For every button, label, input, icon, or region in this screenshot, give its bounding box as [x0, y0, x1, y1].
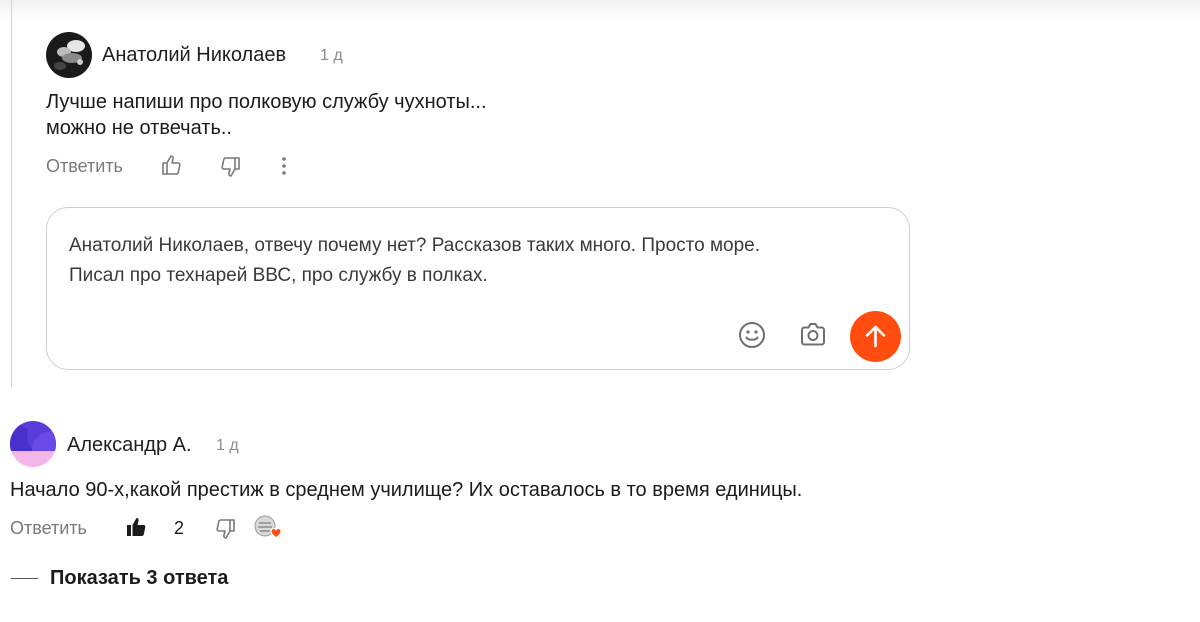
send-button[interactable]	[850, 311, 901, 362]
comment-text-line1: Лучше напиши про полковую службу чухноты…	[46, 91, 487, 113]
comment-time: 1 д	[320, 47, 343, 64]
reply-input-box[interactable]: Анатолий Николаев, отвечу почему нет? Ра…	[46, 207, 910, 370]
like-count: 2	[174, 518, 185, 538]
comment-text-line2: можно не отвечать..	[46, 117, 232, 139]
like-filled-icon[interactable]	[125, 515, 149, 539]
camera-icon[interactable]	[798, 320, 828, 350]
avatar-alexander[interactable]	[10, 421, 56, 467]
dislike-icon[interactable]	[218, 155, 242, 179]
reply-button[interactable]: Ответить	[10, 518, 87, 539]
dislike-icon[interactable]	[213, 517, 237, 541]
previous-comment-edge	[0, 0, 1200, 22]
send-arrow-icon	[865, 325, 886, 348]
like-icon[interactable]	[160, 153, 184, 177]
show-replies-divider	[11, 578, 38, 579]
avatar-anatoly[interactable]	[46, 32, 92, 78]
comment-text: Начало 90-х,какой престиж в среднем учил…	[10, 479, 803, 501]
show-replies-button[interactable]: Показать 3 ответа	[50, 567, 228, 590]
author-liked-icon	[254, 515, 282, 539]
thread-line	[11, 0, 12, 387]
comment-author[interactable]: Анатолий Николаев	[102, 44, 286, 67]
reply-text-line1: Анатолий Николаев, отвечу почему нет? Ра…	[69, 235, 761, 256]
reply-button[interactable]: Ответить	[46, 156, 123, 177]
reply-input-text[interactable]: Анатолий Николаев, отвечу почему нет? Ра…	[69, 231, 899, 291]
more-icon[interactable]	[280, 155, 288, 179]
emoji-icon[interactable]	[737, 320, 767, 350]
comment-time: 1 д	[216, 437, 239, 454]
reply-text-line2: Писал про технарей ВВС, про службу в пол…	[69, 265, 488, 286]
comment-author[interactable]: Александр А.	[67, 434, 192, 457]
